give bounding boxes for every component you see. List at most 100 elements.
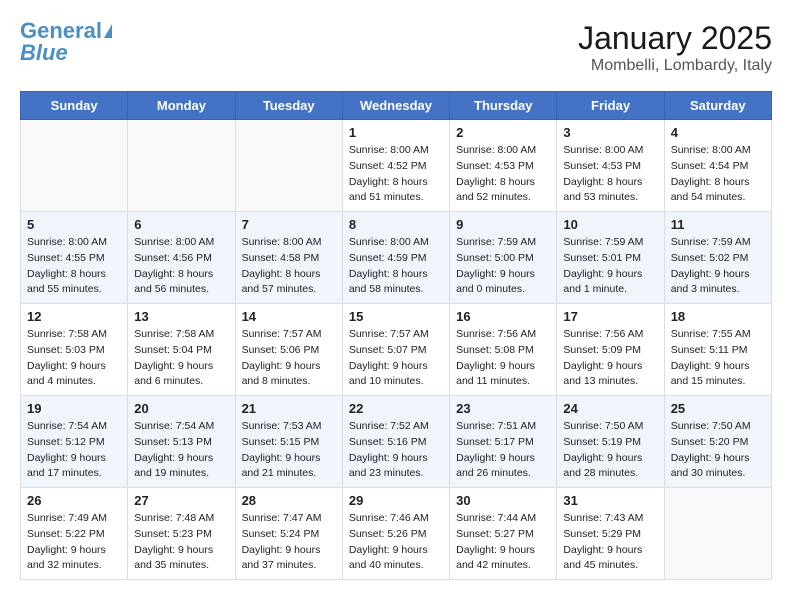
day-number: 9 [456, 217, 550, 232]
calendar-cell: 6 Sunrise: 8:00 AM Sunset: 4:56 PM Daylig… [128, 212, 235, 304]
day-info: Sunrise: 7:46 AM Sunset: 5:26 PM Dayligh… [349, 511, 443, 574]
calendar-cell: 7 Sunrise: 8:00 AM Sunset: 4:58 PM Daylig… [235, 212, 342, 304]
day-info: Sunrise: 7:59 AM Sunset: 5:02 PM Dayligh… [671, 235, 765, 298]
weekday-header-monday: Monday [128, 92, 235, 120]
day-number: 12 [27, 309, 121, 324]
day-info: Sunrise: 7:59 AM Sunset: 5:00 PM Dayligh… [456, 235, 550, 298]
day-number: 8 [349, 217, 443, 232]
day-info: Sunrise: 7:49 AM Sunset: 5:22 PM Dayligh… [27, 511, 121, 574]
calendar-cell: 28 Sunrise: 7:47 AM Sunset: 5:24 PM Dayli… [235, 488, 342, 580]
day-number: 26 [27, 493, 121, 508]
calendar-cell: 24Sunrise: 7:50 AM Sunset: 5:19 PM Dayli… [557, 396, 664, 488]
week-row-5: 26 Sunrise: 7:49 AM Sunset: 5:22 PM Dayli… [21, 488, 772, 580]
day-number: 21 [242, 401, 336, 416]
calendar-cell: 3 Sunrise: 8:00 AM Sunset: 4:53 PM Daylig… [557, 120, 664, 212]
calendar-cell: 9 Sunrise: 7:59 AM Sunset: 5:00 PM Daylig… [450, 212, 557, 304]
week-row-1: 1 Sunrise: 8:00 AM Sunset: 4:52 PM Daylig… [21, 120, 772, 212]
logo-blue: Blue [20, 42, 68, 64]
calendar-cell: 27 Sunrise: 7:48 AM Sunset: 5:23 PM Dayli… [128, 488, 235, 580]
calendar-table: SundayMondayTuesdayWednesdayThursdayFrid… [20, 91, 772, 580]
day-number: 3 [563, 125, 657, 140]
day-info: Sunrise: 7:59 AM Sunset: 5:01 PM Dayligh… [563, 235, 657, 298]
weekday-header-thursday: Thursday [450, 92, 557, 120]
calendar-cell [235, 120, 342, 212]
day-info: Sunrise: 8:00 AM Sunset: 4:54 PM Dayligh… [671, 143, 765, 206]
day-number: 22 [349, 401, 443, 416]
day-info: Sunrise: 8:00 AM Sunset: 4:56 PM Dayligh… [134, 235, 228, 298]
day-info: Sunrise: 7:53 AM Sunset: 5:15 PM Dayligh… [242, 419, 336, 482]
calendar-cell: 18Sunrise: 7:55 AM Sunset: 5:11 PM Dayli… [664, 304, 771, 396]
day-number: 23 [456, 401, 550, 416]
day-info: Sunrise: 7:51 AM Sunset: 5:17 PM Dayligh… [456, 419, 550, 482]
logo-text: General [20, 20, 102, 42]
weekday-header-sunday: Sunday [21, 92, 128, 120]
day-number: 25 [671, 401, 765, 416]
week-row-2: 5 Sunrise: 8:00 AM Sunset: 4:55 PM Daylig… [21, 212, 772, 304]
day-number: 13 [134, 309, 228, 324]
day-info: Sunrise: 8:00 AM Sunset: 4:53 PM Dayligh… [563, 143, 657, 206]
calendar-cell: 13 Sunrise: 7:58 AM Sunset: 5:04 PM Dayli… [128, 304, 235, 396]
page-header: General Blue January 2025 Mombelli, Lomb… [20, 20, 772, 75]
day-number: 20 [134, 401, 228, 416]
week-row-4: 19 Sunrise: 7:54 AM Sunset: 5:12 PM Dayli… [21, 396, 772, 488]
day-info: Sunrise: 7:56 AM Sunset: 5:08 PM Dayligh… [456, 327, 550, 390]
weekday-header-tuesday: Tuesday [235, 92, 342, 120]
calendar-cell: 11Sunrise: 7:59 AM Sunset: 5:02 PM Dayli… [664, 212, 771, 304]
day-info: Sunrise: 7:57 AM Sunset: 5:07 PM Dayligh… [349, 327, 443, 390]
day-info: Sunrise: 7:55 AM Sunset: 5:11 PM Dayligh… [671, 327, 765, 390]
day-number: 30 [456, 493, 550, 508]
day-info: Sunrise: 7:50 AM Sunset: 5:20 PM Dayligh… [671, 419, 765, 482]
calendar-cell: 22 Sunrise: 7:52 AM Sunset: 5:16 PM Dayli… [342, 396, 449, 488]
day-info: Sunrise: 7:58 AM Sunset: 5:03 PM Dayligh… [27, 327, 121, 390]
weekday-header-friday: Friday [557, 92, 664, 120]
calendar-cell: 30 Sunrise: 7:44 AM Sunset: 5:27 PM Dayli… [450, 488, 557, 580]
calendar-cell: 14Sunrise: 7:57 AM Sunset: 5:06 PM Dayli… [235, 304, 342, 396]
day-number: 27 [134, 493, 228, 508]
day-info: Sunrise: 7:47 AM Sunset: 5:24 PM Dayligh… [242, 511, 336, 574]
day-number: 15 [349, 309, 443, 324]
day-number: 14 [242, 309, 336, 324]
day-info: Sunrise: 7:54 AM Sunset: 5:12 PM Dayligh… [27, 419, 121, 482]
day-number: 10 [563, 217, 657, 232]
calendar-cell: 1 Sunrise: 8:00 AM Sunset: 4:52 PM Daylig… [342, 120, 449, 212]
day-number: 16 [456, 309, 550, 324]
logo-triangle-icon [104, 24, 112, 38]
day-info: Sunrise: 8:00 AM Sunset: 4:58 PM Dayligh… [242, 235, 336, 298]
day-number: 5 [27, 217, 121, 232]
calendar-cell: 23 Sunrise: 7:51 AM Sunset: 5:17 PM Dayli… [450, 396, 557, 488]
calendar-cell: 17 Sunrise: 7:56 AM Sunset: 5:09 PM Dayli… [557, 304, 664, 396]
day-info: Sunrise: 8:00 AM Sunset: 4:55 PM Dayligh… [27, 235, 121, 298]
day-number: 28 [242, 493, 336, 508]
day-info: Sunrise: 7:58 AM Sunset: 5:04 PM Dayligh… [134, 327, 228, 390]
day-info: Sunrise: 7:52 AM Sunset: 5:16 PM Dayligh… [349, 419, 443, 482]
calendar-cell: 8 Sunrise: 8:00 AM Sunset: 4:59 PM Daylig… [342, 212, 449, 304]
day-number: 1 [349, 125, 443, 140]
calendar-cell: 15 Sunrise: 7:57 AM Sunset: 5:07 PM Dayli… [342, 304, 449, 396]
day-number: 19 [27, 401, 121, 416]
day-number: 7 [242, 217, 336, 232]
calendar-cell: 31 Sunrise: 7:43 AM Sunset: 5:29 PM Dayli… [557, 488, 664, 580]
day-info: Sunrise: 7:48 AM Sunset: 5:23 PM Dayligh… [134, 511, 228, 574]
day-info: Sunrise: 7:50 AM Sunset: 5:19 PM Dayligh… [563, 419, 657, 482]
month-year-title: January 2025 [578, 20, 772, 57]
day-number: 17 [563, 309, 657, 324]
calendar-cell: 25 Sunrise: 7:50 AM Sunset: 5:20 PM Dayli… [664, 396, 771, 488]
day-info: Sunrise: 8:00 AM Sunset: 4:59 PM Dayligh… [349, 235, 443, 298]
day-number: 31 [563, 493, 657, 508]
calendar-cell: 20Sunrise: 7:54 AM Sunset: 5:13 PM Dayli… [128, 396, 235, 488]
title-block: January 2025 Mombelli, Lombardy, Italy [578, 20, 772, 75]
weekday-header-wednesday: Wednesday [342, 92, 449, 120]
calendar-cell [664, 488, 771, 580]
day-info: Sunrise: 7:44 AM Sunset: 5:27 PM Dayligh… [456, 511, 550, 574]
day-info: Sunrise: 7:43 AM Sunset: 5:29 PM Dayligh… [563, 511, 657, 574]
day-info: Sunrise: 8:00 AM Sunset: 4:52 PM Dayligh… [349, 143, 443, 206]
calendar-cell: 19 Sunrise: 7:54 AM Sunset: 5:12 PM Dayli… [21, 396, 128, 488]
day-number: 2 [456, 125, 550, 140]
calendar-cell: 26 Sunrise: 7:49 AM Sunset: 5:22 PM Dayli… [21, 488, 128, 580]
calendar-cell: 10 Sunrise: 7:59 AM Sunset: 5:01 PM Dayli… [557, 212, 664, 304]
day-info: Sunrise: 8:00 AM Sunset: 4:53 PM Dayligh… [456, 143, 550, 206]
day-info: Sunrise: 7:56 AM Sunset: 5:09 PM Dayligh… [563, 327, 657, 390]
day-number: 6 [134, 217, 228, 232]
calendar-cell [128, 120, 235, 212]
calendar-cell: 5 Sunrise: 8:00 AM Sunset: 4:55 PM Daylig… [21, 212, 128, 304]
